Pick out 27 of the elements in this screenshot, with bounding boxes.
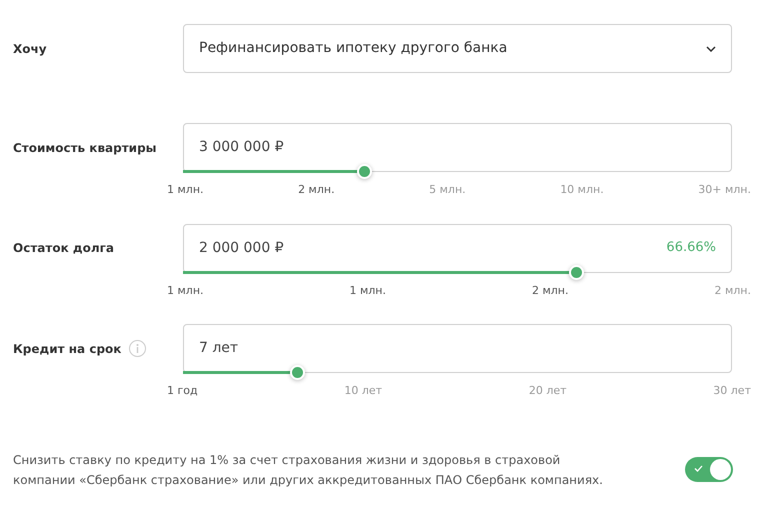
scale-label: 1 год <box>167 383 198 399</box>
check-icon <box>694 465 703 472</box>
info-icon[interactable] <box>129 340 146 357</box>
field-label: Кредит на срок <box>13 340 122 358</box>
scale-label: 1 млн. <box>349 282 386 298</box>
scale-label: 10 лет <box>344 383 382 399</box>
scale-label: 30+ млн. <box>698 182 751 198</box>
purpose-dropdown[interactable]: Рефинансировать ипотеку другого банка <box>183 24 732 73</box>
field-label: Стоимость квартиры <box>13 140 157 156</box>
insurance-description: Снизить ставку по кредиту на 1% за счет страхования жизни и здоровья в страховой компании «Сбербанк страхование» или других аккредитованных ПАО Сбербанк компаниях. <box>13 452 604 488</box>
scale-label: 2 млн. <box>298 182 335 198</box>
scale-label: 30 лет <box>713 383 751 399</box>
field-label: Хочу <box>12 40 48 58</box>
slider-thumb[interactable] <box>569 264 584 280</box>
scale-label: 2 млн. <box>532 282 568 298</box>
scale-label: 20 лет <box>528 383 567 399</box>
chevron-down-icon <box>706 46 716 52</box>
scale-label: 10 млн. <box>560 182 604 198</box>
scale-label: 2 млн. <box>714 282 751 298</box>
slider-thumb[interactable] <box>357 164 372 179</box>
scale-label: 1 млн. <box>167 182 204 198</box>
scale-label: 5 млн. <box>429 182 466 198</box>
slider-thumb[interactable] <box>290 365 306 380</box>
insurance-toggle[interactable] <box>685 457 733 482</box>
field-label: Остаток долга <box>13 240 114 257</box>
scale-label: 1 млн. <box>167 282 204 298</box>
percent-value: 66.66% <box>666 239 716 258</box>
